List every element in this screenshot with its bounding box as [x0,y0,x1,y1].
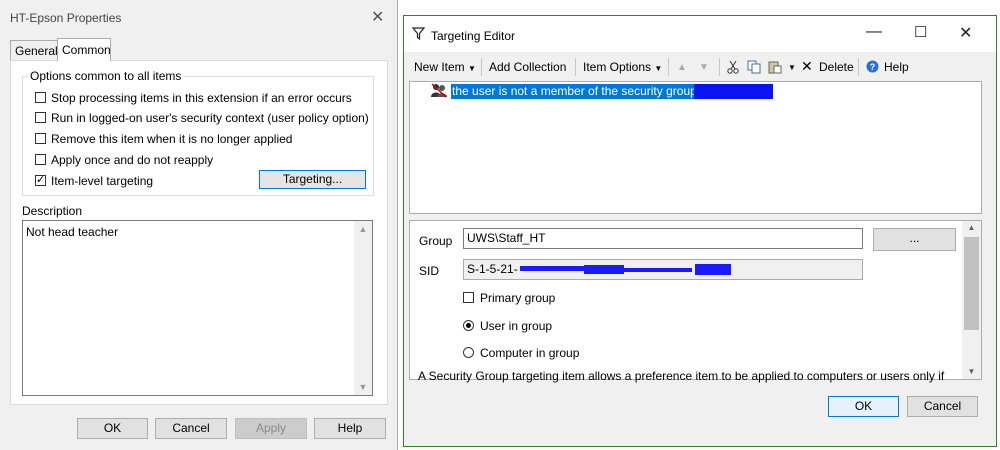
delete-icon[interactable]: ✕ [801,58,813,75]
new-item-menu[interactable]: New Item ▼ [414,60,476,74]
tab-general[interactable]: General [10,40,58,60]
computer-in-group-radio[interactable] [463,347,474,358]
cancel-button[interactable]: Cancel [155,418,227,439]
scroll-down-icon[interactable]: ▼ [354,382,372,392]
description-label: Description [22,204,83,218]
remove-item-checkbox[interactable] [35,133,46,144]
user-in-group-label: User in group [480,319,553,333]
scroll-up-icon[interactable]: ▲ [354,224,372,234]
security-group-icon [430,83,448,101]
remove-item-label: Remove this item when it is no longer ap… [51,132,293,146]
item-level-targeting-checkbox[interactable]: ✓ [35,175,46,186]
run-user-context-label: Run in logged-on user's security context… [51,111,369,125]
scroll-down-icon[interactable]: ▼ [962,367,981,376]
help-icon[interactable]: ? [866,60,879,76]
redaction-mark [694,84,773,99]
paste-dropdown-icon[interactable]: ▼ [788,63,796,72]
toolbar-separator [719,58,720,76]
close-icon[interactable]: ✕ [959,23,972,43]
primary-group-label: Primary group [480,291,556,305]
toolbar-separator [575,58,576,76]
paste-icon[interactable] [768,60,782,77]
item-level-targeting-label: Item-level targeting [51,174,154,188]
delete-button[interactable]: Delete [819,60,854,74]
options-group-label: Options common to all items [28,69,184,83]
sid-value: S-1-5-21- [467,262,518,276]
redaction-mark [584,265,624,274]
close-icon[interactable]: ✕ [371,7,384,27]
cut-icon[interactable] [727,60,739,77]
toolbar-separator [858,58,859,76]
tab-common[interactable]: Common [57,38,111,61]
ok-button[interactable]: OK [77,418,148,439]
description-textarea[interactable] [22,220,373,396]
redaction-mark [622,268,692,272]
user-in-group-radio[interactable] [463,320,474,331]
group-input[interactable]: UWS\Staff_HT [463,228,863,249]
new-item-label: New Item [414,60,465,74]
dialog-title: HT-Epson Properties [10,11,122,25]
sid-label: SID [419,264,440,278]
description-scrollbar[interactable]: ▲ ▼ [354,221,372,395]
primary-group-checkbox[interactable] [463,292,474,303]
minimize-icon[interactable]: — [866,23,882,41]
description-value: Not head teacher [26,225,119,239]
info-description: A Security Group targeting item allows a… [418,369,945,383]
item-options-label: Item Options [583,60,652,74]
copy-icon[interactable] [747,60,761,77]
toolbar-separator [481,58,482,76]
group-label: Group [419,234,453,248]
targeting-tree[interactable] [409,81,982,214]
stop-processing-checkbox[interactable] [35,92,46,103]
maximize-icon[interactable]: ☐ [914,23,927,41]
run-user-context-checkbox[interactable] [35,112,46,123]
targeting-button[interactable]: Targeting... [259,170,366,189]
add-collection-button[interactable]: Add Collection [489,60,566,74]
stop-processing-label: Stop processing items in this extension … [51,91,352,105]
apply-once-checkbox[interactable] [35,154,46,165]
help-button[interactable]: Help [314,418,386,439]
redaction-mark [695,264,731,275]
editor-title: Targeting Editor [431,29,516,43]
svg-text:?: ? [870,62,876,72]
scroll-up-icon[interactable]: ▲ [962,223,981,232]
dropdown-arrow-icon: ▼ [654,64,663,73]
filter-icon [411,27,426,43]
ok-button[interactable]: OK [828,396,899,417]
move-up-icon[interactable]: ▲ [677,62,687,73]
browse-button[interactable]: ... [873,228,956,251]
tree-item-selected[interactable]: the user is not a member of the security… [451,84,698,99]
move-down-icon[interactable]: ▼ [699,62,709,73]
help-button[interactable]: Help [884,60,909,74]
radio-selected-dot [466,323,471,328]
apply-button[interactable]: Apply [235,418,307,439]
cancel-button[interactable]: Cancel [907,396,978,417]
apply-once-label: Apply once and do not reapply [51,153,214,167]
scrollbar-thumb[interactable] [964,237,979,330]
computer-in-group-label: Computer in group [480,346,580,360]
dropdown-arrow-icon: ▼ [468,64,476,73]
toolbar-separator [668,58,669,76]
item-options-menu[interactable]: Item Options ▼ [583,60,662,74]
